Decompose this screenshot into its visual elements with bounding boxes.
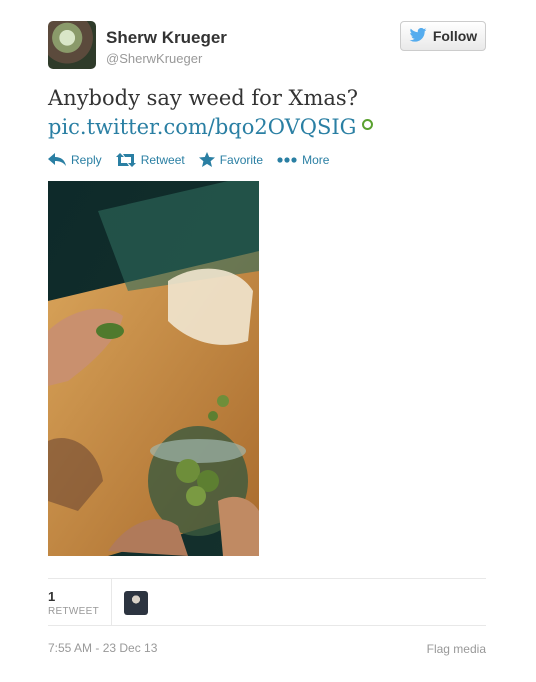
tweet-photo[interactable] (48, 181, 259, 556)
favorite-label: Favorite (219, 152, 264, 167)
reply-icon (48, 152, 66, 166)
flag-media-link[interactable]: Flag media (427, 642, 486, 656)
more-label: More (302, 152, 330, 167)
retweet-count[interactable]: 1 (48, 589, 55, 604)
reply-label: Reply (71, 152, 102, 167)
tweet-media-link[interactable]: pic.twitter.com/bqo2OVQSIG (48, 115, 356, 139)
media-indicator-icon (362, 119, 374, 130)
tweet-stats: 1 RETWEET (48, 578, 486, 626)
tweet-timestamp[interactable]: 7:55 AM - 23 Dec 13 (48, 641, 157, 655)
more-dots-icon (277, 156, 297, 163)
retweet-count-label: RETWEET (48, 606, 99, 617)
follow-button[interactable]: Follow (400, 21, 486, 51)
tweet-text: Anybody say weed for Xmas? pic.twitter.c… (48, 84, 488, 142)
twitter-bird-icon (409, 27, 427, 45)
retweet-label: Retweet (140, 152, 185, 167)
favorite-action[interactable]: Favorite (198, 152, 264, 167)
retweeter-avatar[interactable] (124, 591, 148, 615)
tweet-actions: Reply Retweet Favorite More (48, 152, 329, 167)
reply-action[interactable]: Reply (48, 152, 102, 167)
tweet-body: Anybody say weed for Xmas? (48, 86, 358, 110)
user-handle[interactable]: @SherwKrueger (106, 51, 202, 66)
user-avatar[interactable] (48, 21, 96, 69)
user-display-name[interactable]: Sherw Krueger (106, 28, 227, 48)
retweet-action[interactable]: Retweet (115, 152, 185, 167)
star-icon (198, 152, 215, 167)
retweet-icon (115, 152, 136, 167)
follow-button-label: Follow (432, 28, 478, 44)
more-action[interactable]: More (277, 152, 329, 167)
stats-divider (111, 579, 112, 625)
